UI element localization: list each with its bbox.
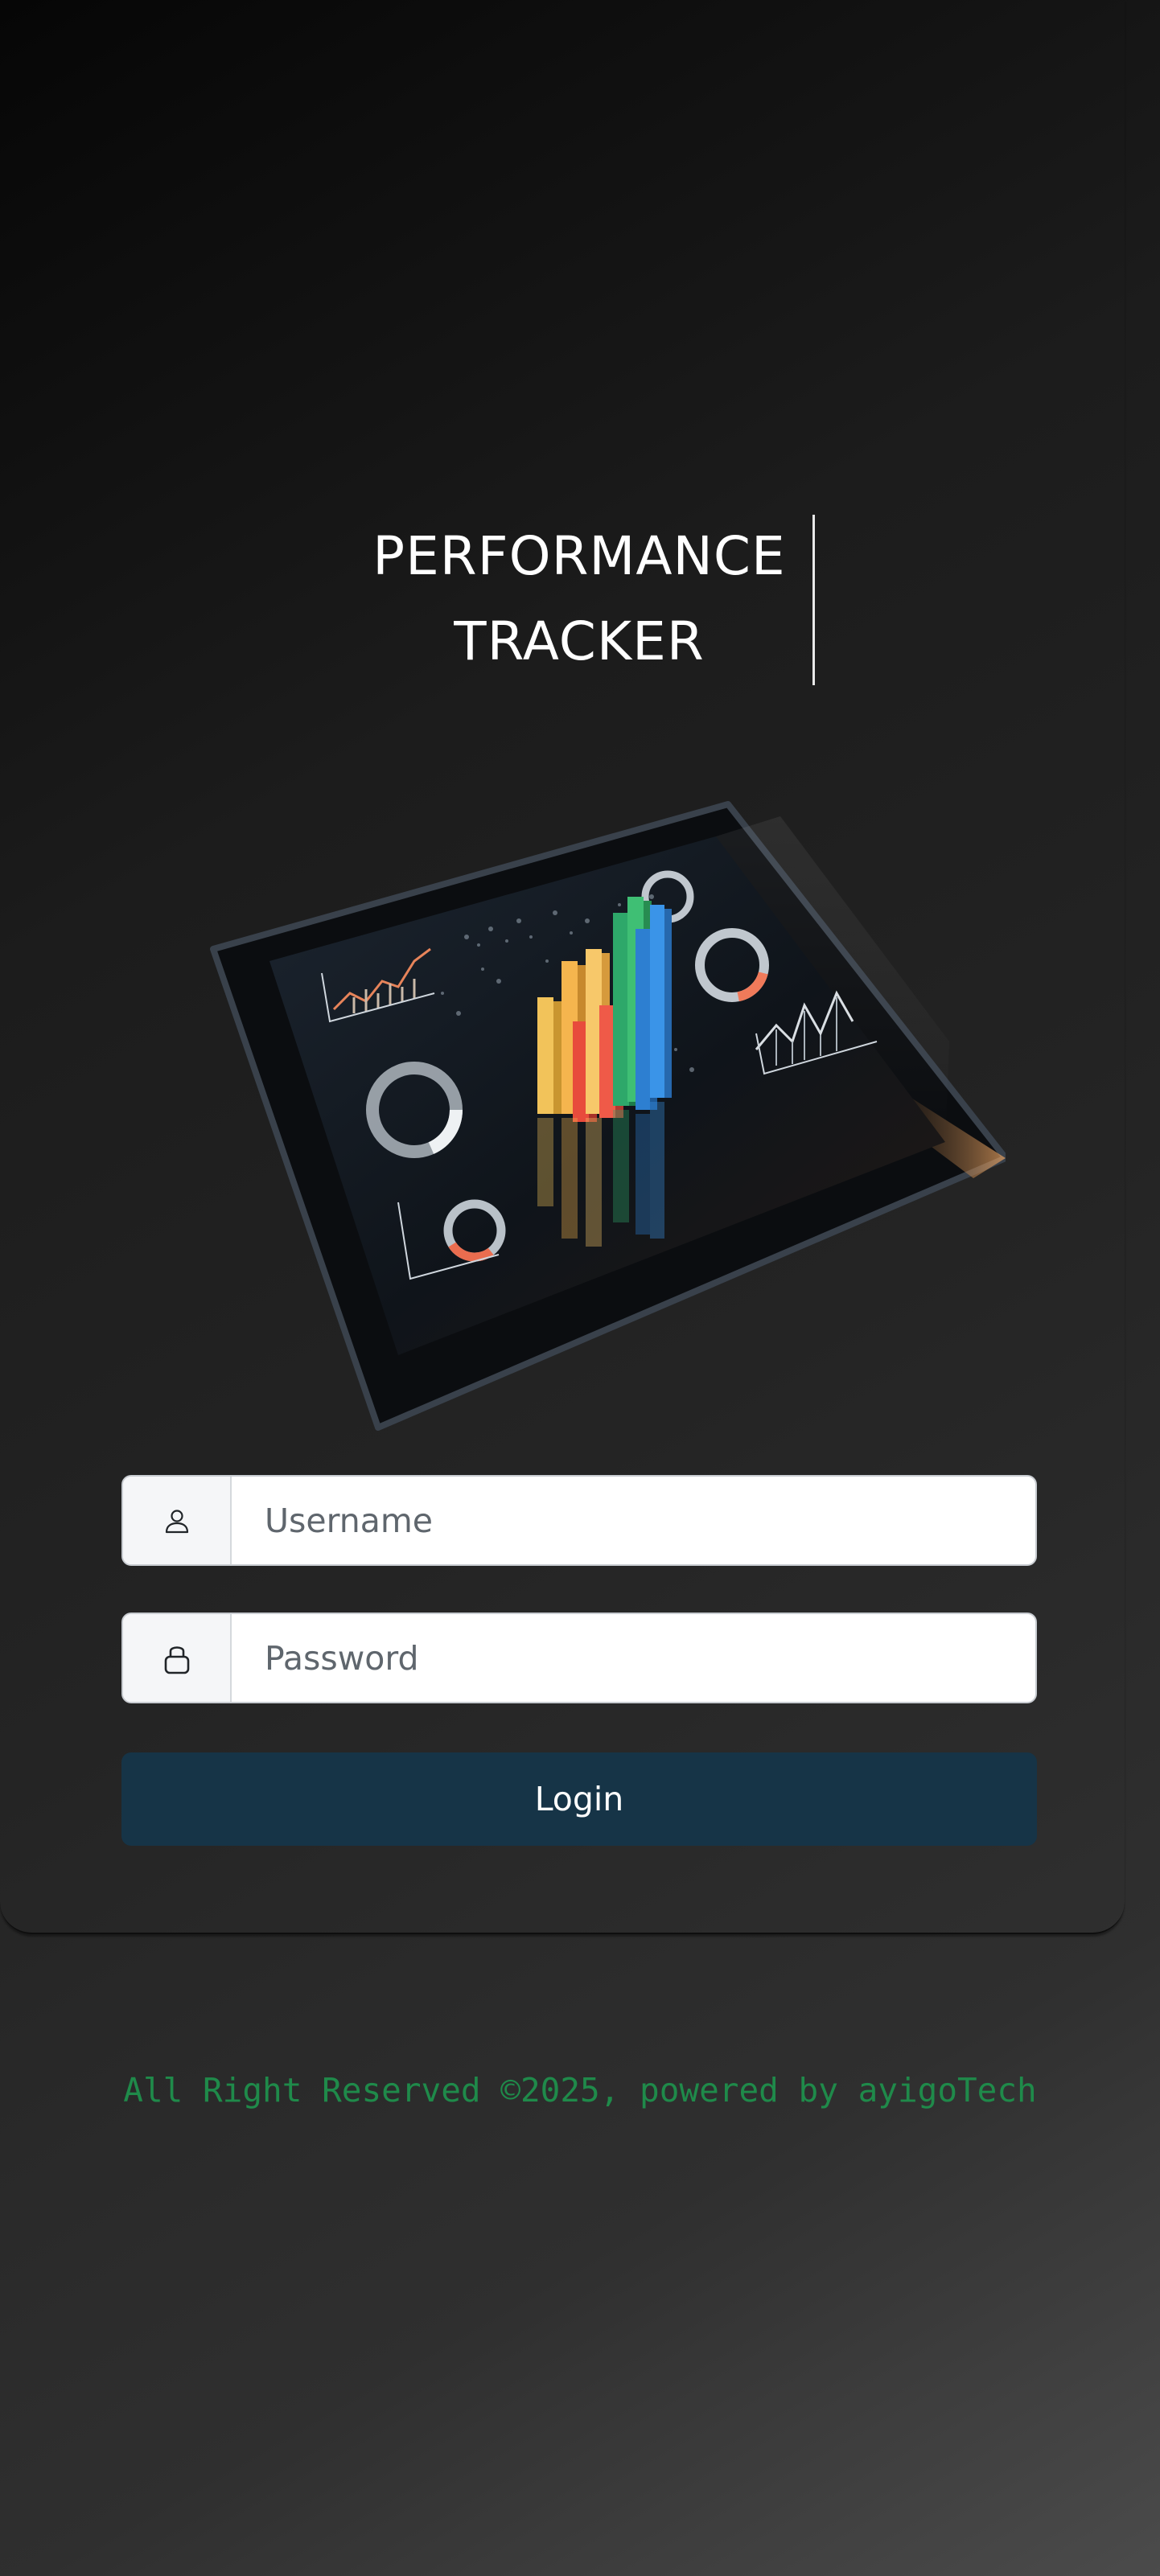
app-title-line-2: TRACKER (454, 610, 705, 672)
password-field[interactable] (121, 1613, 1037, 1703)
lock-icon-addon (123, 1614, 232, 1702)
lock-icon (164, 1645, 189, 1674)
password-input[interactable] (232, 1614, 1034, 1702)
tablet-dashboard-illustration (210, 801, 1006, 1431)
brand-divider (812, 515, 815, 685)
user-icon-addon (123, 1477, 232, 1564)
footer-copyright: All Right Reserved ©2025, powered by ayi… (123, 2071, 1037, 2110)
login-card: PERFORMANCE TRACKER Username Login (0, 0, 1125, 1934)
user-icon (165, 1509, 188, 1533)
brand-header: PERFORMANCE TRACKER (241, 515, 917, 685)
username-input[interactable] (232, 1477, 1034, 1564)
login-button[interactable]: Login (121, 1752, 1037, 1846)
username-field[interactable] (121, 1475, 1037, 1566)
app-title-line-1: PERFORMANCE (372, 525, 786, 587)
